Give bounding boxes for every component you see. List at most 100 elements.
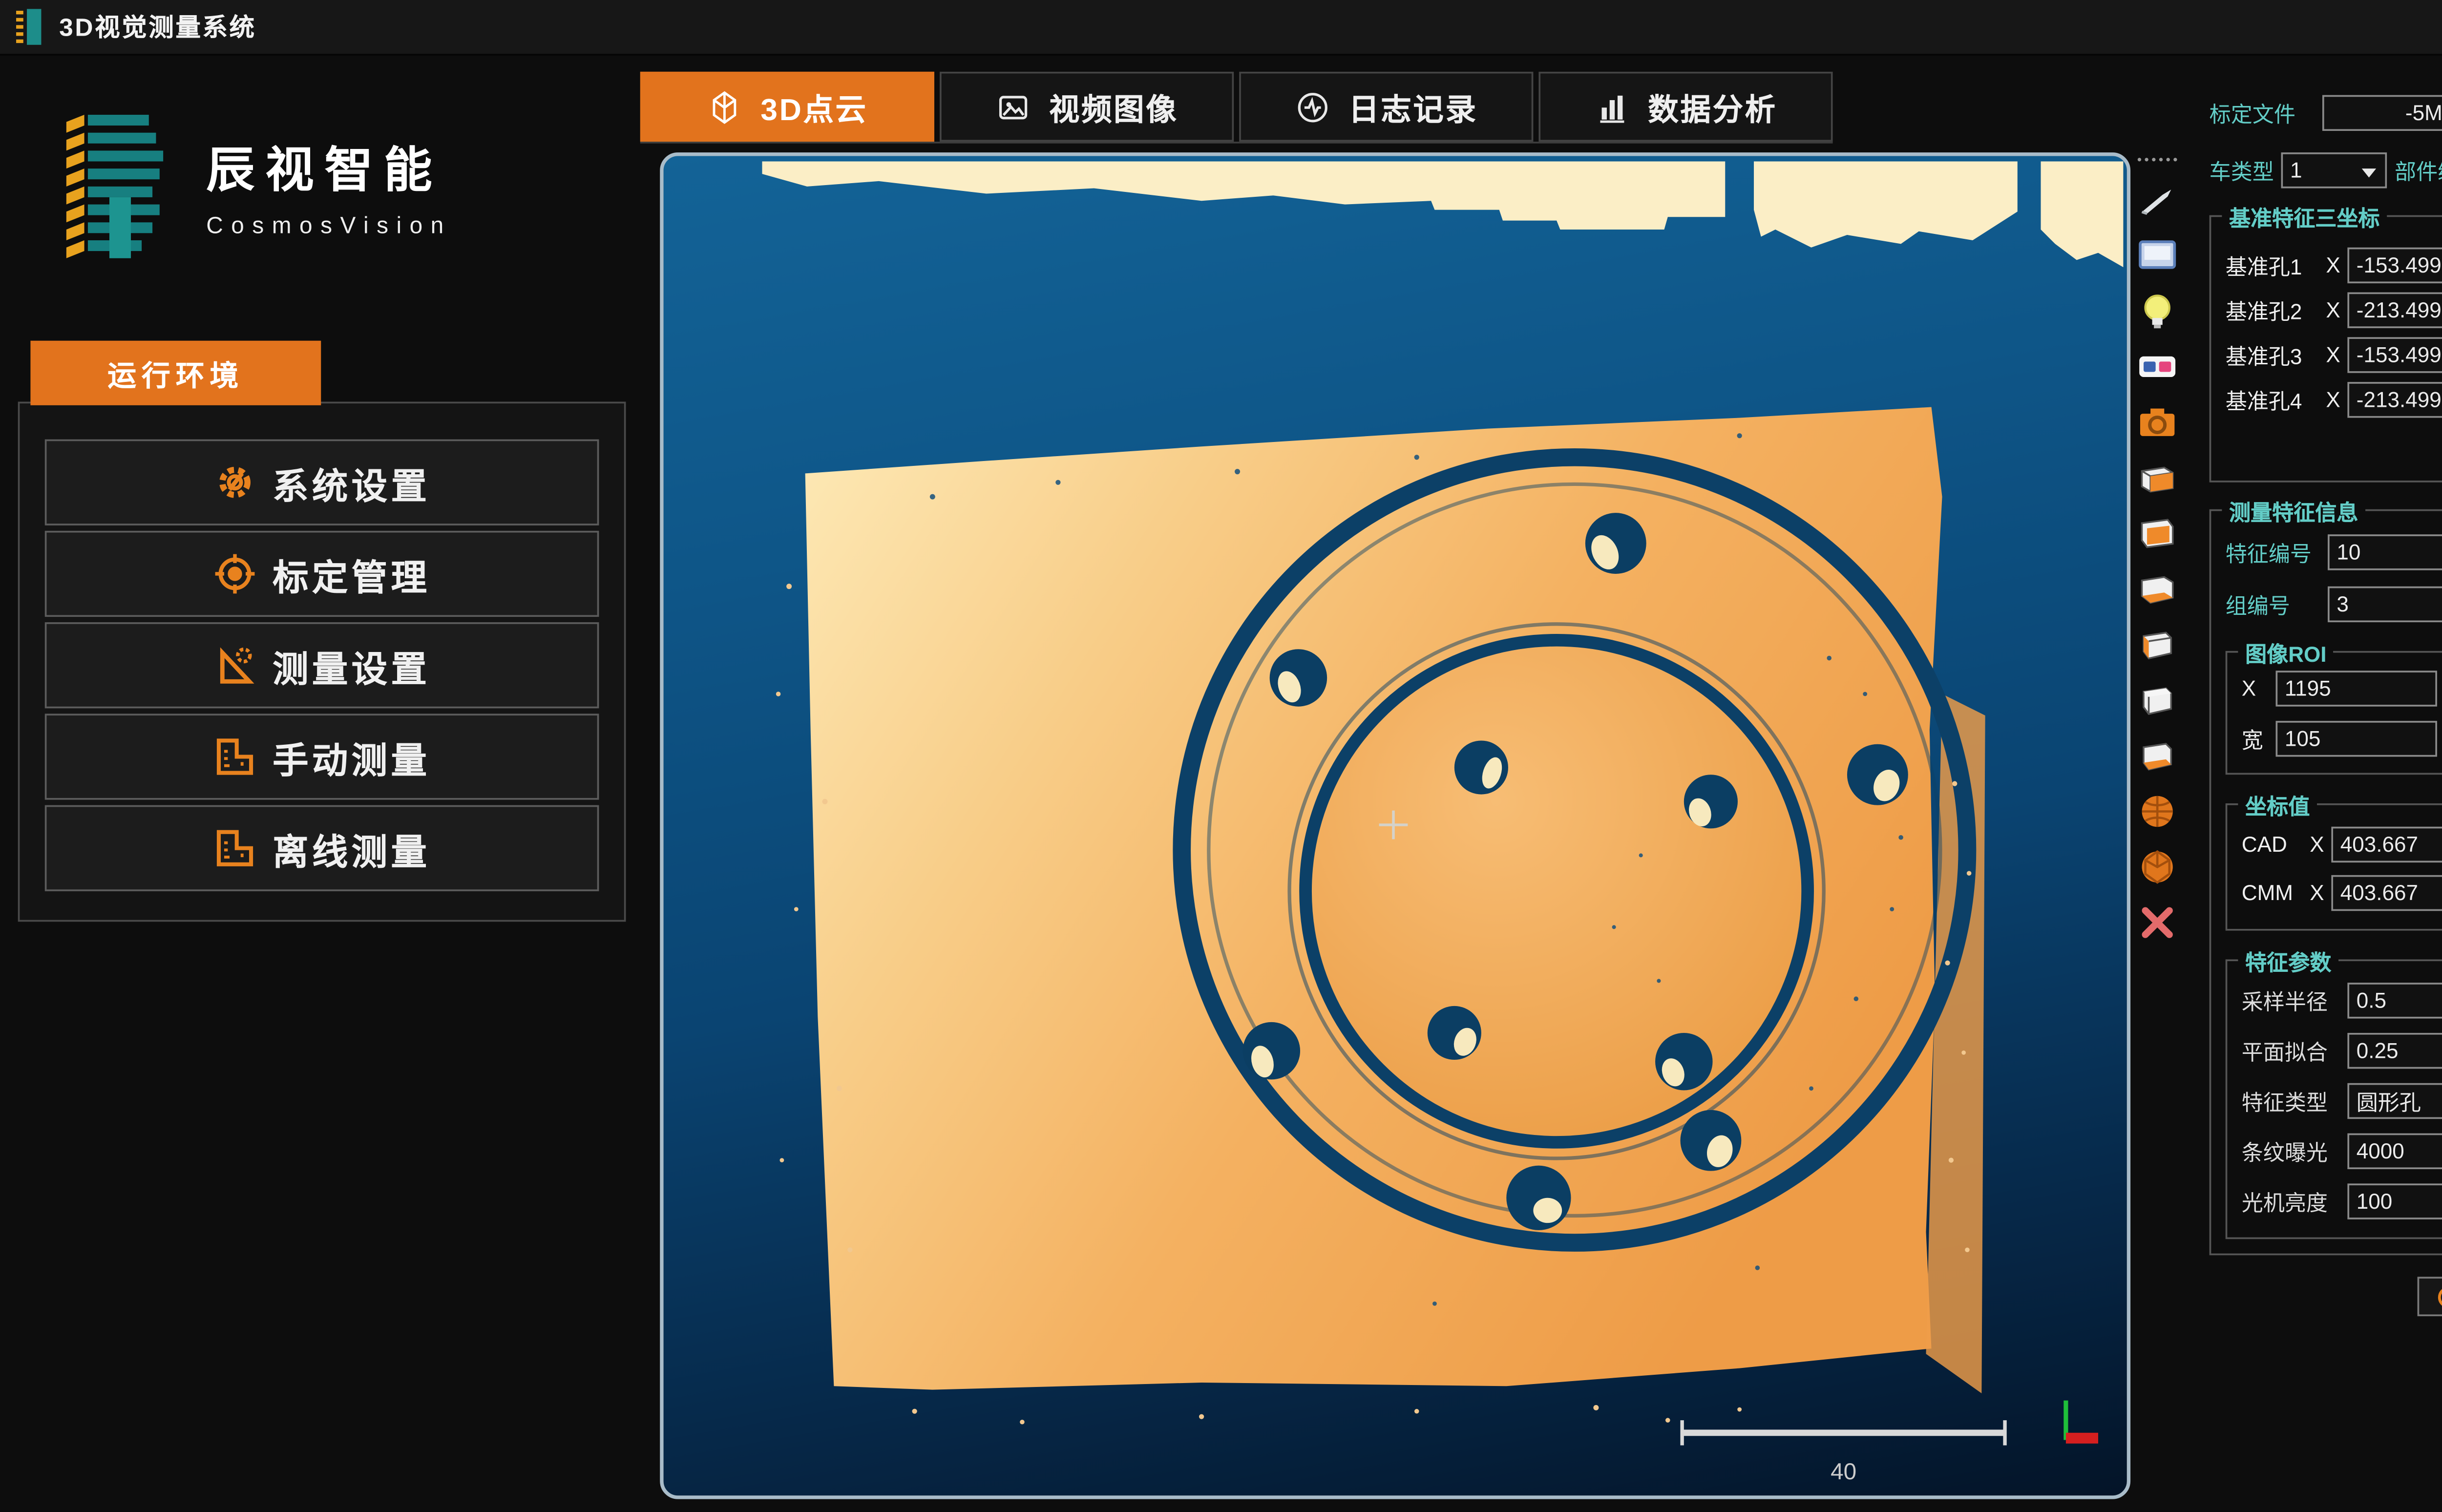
tab-label: 视频图像 [1049, 84, 1178, 129]
scale-label: 40 [1831, 1459, 1856, 1485]
datum-group: 基准特征三坐标 基准孔1 X Y Z 基准孔2 X Y Z 基准孔3 X Y Z… [2210, 215, 2442, 483]
param-label: 特征类型 [2242, 1086, 2338, 1116]
feature-no-label: 特征编号 [2226, 537, 2319, 567]
feature-type-select[interactable]: 圆形孔 [2347, 1083, 2442, 1119]
axis-indicator [2066, 1401, 2098, 1444]
params-group-title: 特征参数 [2238, 947, 2338, 977]
cube-view-3-icon[interactable] [2135, 567, 2180, 609]
pointcloud-viewport[interactable]: 40 [660, 152, 2130, 1499]
sidebar-item-system-settings[interactable]: 系统设置 [45, 440, 599, 525]
roi-w-input[interactable] [2276, 721, 2437, 756]
part-no-label: 部件编号 [2395, 155, 2442, 186]
vehicle-type-label: 车类型 [2210, 155, 2274, 186]
app-logo-icon [14, 7, 44, 47]
cube-view-1-icon[interactable] [2135, 456, 2180, 499]
param-label: 条纹曝光 [2242, 1136, 2338, 1166]
cmm-x-input[interactable] [2331, 875, 2442, 911]
target-icon [213, 552, 256, 595]
voxel-sphere-2-icon[interactable] [2135, 844, 2180, 887]
table-row: 基准孔4 X Y Z [2226, 382, 2442, 418]
tab-label: 数据分析 [1648, 84, 1777, 129]
viewport-toolbar [2130, 158, 2184, 943]
param-label: 平面拟合 [2242, 1035, 2338, 1066]
tab-log[interactable]: 日志记录 [1239, 72, 1533, 142]
group-no-input[interactable] [2328, 587, 2442, 622]
param-label: 采样半径 [2242, 986, 2338, 1016]
calibration-file-label: 标定文件 [2210, 98, 2314, 128]
env-tab[interactable]: 运行环境 [30, 341, 321, 405]
ruler-icon [213, 827, 256, 870]
sidebar-item-measure-settings[interactable]: 测量设置 [45, 622, 599, 708]
image-icon [995, 89, 1031, 125]
datum3-x-input[interactable] [2347, 337, 2442, 373]
title-bar: 3D视觉测量系统 设置 ▬ ▢ ✕ [0, 0, 2442, 56]
sidebar-panel: 系统设置 标定管理 测量设置 手动测量 [18, 401, 626, 922]
pointcloud-top-band [762, 161, 1726, 230]
display-icon[interactable] [2135, 233, 2180, 276]
bulb-icon[interactable] [2135, 289, 2180, 332]
glasses-3d-icon[interactable] [2135, 344, 2180, 387]
toolbar-drag-handle[interactable] [2138, 158, 2177, 161]
flange-inner-disc [1305, 640, 1808, 1142]
datum2-x-input[interactable] [2347, 293, 2442, 328]
parameters-panel: 标定文件 加载文件 车类型 1 部件编号 1 滑框编号 1 基准特征三坐标 基准… [2210, 72, 2442, 1316]
scale-bar: 40 [1682, 1420, 2005, 1485]
cube-view-4-icon[interactable] [2135, 622, 2180, 665]
plane-fit-input[interactable] [2347, 1033, 2442, 1069]
roi-x-input[interactable] [2276, 671, 2437, 706]
cube-view-6-icon[interactable] [2135, 734, 2180, 777]
table-row: 基准孔2 X Y Z [2226, 293, 2442, 328]
brand-name-cn: 辰视智能 [206, 131, 452, 201]
pointcloud-scene: 40 [664, 156, 2127, 1495]
bar-chart-icon [1594, 89, 1630, 125]
roi-group: 图像ROI X Y 宽 高 左图ROI [2226, 651, 2442, 775]
roi-w-label: 宽 [2242, 724, 2267, 754]
coords-group: 坐标值 CAD X Y Z CMM X Y Z [2226, 803, 2442, 931]
tab-3d-pointcloud[interactable]: 3D点云 [640, 72, 934, 142]
sidebar-item-label: 离线测量 [273, 822, 430, 874]
cube-view-5-icon[interactable] [2135, 678, 2180, 721]
feature-no-select[interactable]: 10 [2328, 534, 2442, 570]
cube-view-2-icon[interactable] [2135, 511, 2180, 554]
params-group: 特征参数 采样半径 滤波核 平面拟合 搜索半 特征类型 圆形孔 识别阈 [2226, 959, 2442, 1239]
datum1-x-input[interactable] [2347, 248, 2442, 283]
param-label: 光机亮度 [2242, 1186, 2338, 1217]
pencil-icon[interactable] [2135, 178, 2180, 221]
sidebar-item-offline-measure[interactable]: 离线测量 [45, 805, 599, 891]
table-row: CMM X Y Z [2242, 875, 2442, 911]
cube-icon [707, 89, 742, 125]
ruler-icon [213, 735, 256, 778]
delete-x-icon[interactable] [2135, 900, 2180, 943]
view-tabs: 3D点云 视频图像 日志记录 数据分析 [640, 72, 1833, 144]
sample-radius-input[interactable] [2347, 983, 2442, 1018]
plus-circle-icon [2438, 1285, 2442, 1308]
sidebar-item-manual-measure[interactable]: 手动测量 [45, 714, 599, 799]
vehicle-type-select[interactable]: 1 [2281, 152, 2388, 188]
tab-label: 3D点云 [760, 84, 867, 129]
app-title: 3D视觉测量系统 [59, 9, 256, 44]
brand-block: 辰视智能 CosmosVision [63, 107, 452, 262]
tab-data-analysis[interactable]: 数据分析 [1538, 72, 1832, 142]
sidebar-item-label: 标定管理 [273, 548, 430, 600]
setsquare-gear-icon [213, 644, 256, 687]
gear-wrench-icon [213, 461, 256, 504]
coords-group-title: 坐标值 [2238, 791, 2317, 821]
fringe-exposure-input[interactable] [2347, 1134, 2442, 1169]
projector-brightness-input[interactable] [2347, 1183, 2442, 1219]
add-button[interactable]: 增加 [2418, 1277, 2442, 1316]
tab-video-image[interactable]: 视频图像 [940, 72, 1234, 142]
tab-label: 日志记录 [1348, 84, 1477, 129]
sidebar-item-label: 系统设置 [273, 456, 430, 508]
datum4-x-input[interactable] [2347, 382, 2442, 418]
camera-icon[interactable] [2135, 400, 2180, 443]
feature-group-title: 测量特征信息 [2222, 497, 2365, 527]
feature-group: 测量特征信息 特征编号 10 修改特征编号 组编号 图像ROI X [2210, 509, 2442, 1255]
roi-group-title: 图像ROI [2238, 638, 2334, 669]
sidebar-item-calibration[interactable]: 标定管理 [45, 531, 599, 617]
calibration-file-input[interactable] [2322, 95, 2442, 131]
cad-x-input[interactable] [2331, 827, 2442, 862]
voxel-sphere-1-icon[interactable] [2135, 789, 2180, 832]
app-window: 3D视觉测量系统 设置 ▬ ▢ ✕ 辰视智能 CosmosVisio [0, 0, 2442, 1512]
group-no-label: 组编号 [2226, 589, 2319, 619]
brand-name-en: CosmosVision [206, 211, 452, 238]
